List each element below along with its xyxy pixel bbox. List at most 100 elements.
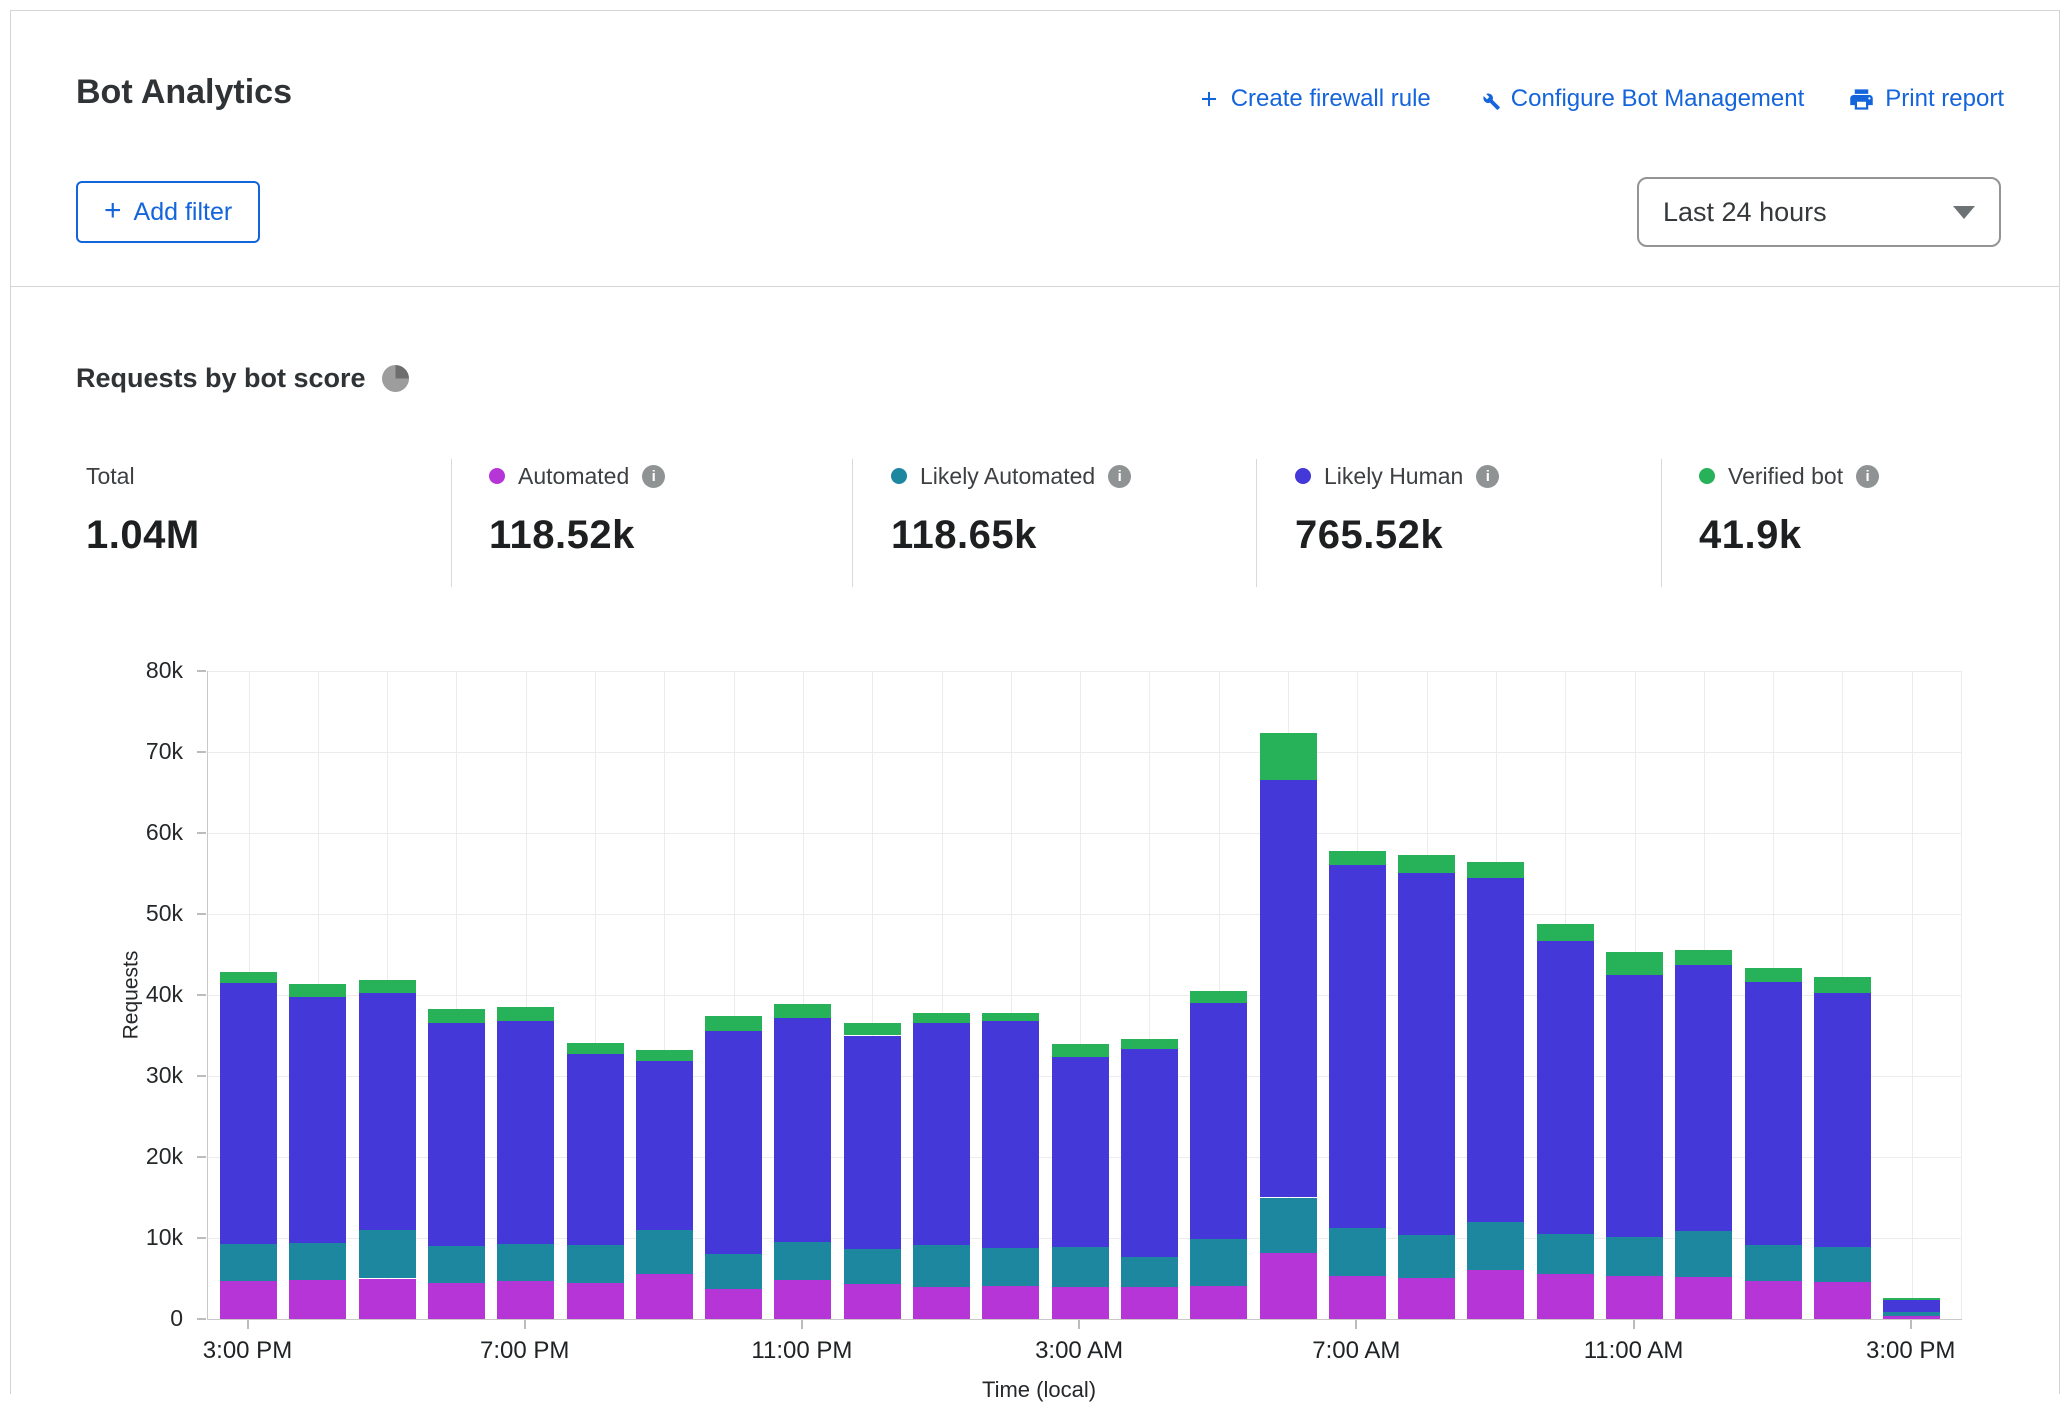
bar-segment-likely-automated[interactable] xyxy=(913,1245,970,1287)
bar-segment-likely-human[interactable] xyxy=(1190,1003,1247,1239)
bar-segment-likely-automated[interactable] xyxy=(844,1249,901,1285)
bar-segment-automated[interactable] xyxy=(497,1281,554,1319)
bar-segment-likely-automated[interactable] xyxy=(1190,1239,1247,1286)
bar-segment-likely-human[interactable] xyxy=(1329,865,1386,1228)
bar-segment-automated[interactable] xyxy=(1052,1287,1109,1319)
bar-segment-likely-human[interactable] xyxy=(844,1036,901,1249)
bar-segment-likely-human[interactable] xyxy=(497,1021,554,1244)
bar-segment-verified-bot[interactable] xyxy=(220,972,277,983)
bar-segment-likely-automated[interactable] xyxy=(1814,1247,1871,1282)
bar-segment-verified-bot[interactable] xyxy=(1052,1044,1109,1058)
bar-segment-likely-automated[interactable] xyxy=(1121,1257,1178,1287)
bar-segment-likely-human[interactable] xyxy=(1398,873,1455,1235)
bar-segment-likely-human[interactable] xyxy=(1537,941,1594,1234)
bar-segment-verified-bot[interactable] xyxy=(1329,851,1386,866)
bar-segment-likely-automated[interactable] xyxy=(567,1245,624,1283)
bar-segment-likely-automated[interactable] xyxy=(636,1230,693,1275)
bar-segment-likely-human[interactable] xyxy=(1675,965,1732,1231)
configure-bot-management-link[interactable]: Configure Bot Management xyxy=(1475,85,1805,113)
bar-segment-likely-human[interactable] xyxy=(220,983,277,1245)
bar-segment-automated[interactable] xyxy=(982,1286,1039,1319)
print-report-link[interactable]: Print report xyxy=(1848,85,2004,113)
bar-segment-likely-human[interactable] xyxy=(1052,1057,1109,1247)
bar-segment-likely-automated[interactable] xyxy=(1260,1198,1317,1253)
bar-segment-automated[interactable] xyxy=(1814,1282,1871,1319)
bar-segment-likely-automated[interactable] xyxy=(1675,1231,1732,1277)
bar-segment-likely-human[interactable] xyxy=(636,1061,693,1229)
bar-segment-likely-automated[interactable] xyxy=(289,1243,346,1280)
bar-segment-verified-bot[interactable] xyxy=(1260,733,1317,780)
bar-segment-automated[interactable] xyxy=(913,1287,970,1319)
bar-segment-likely-human[interactable] xyxy=(359,993,416,1230)
bar-segment-likely-human[interactable] xyxy=(982,1021,1039,1248)
bar-segment-verified-bot[interactable] xyxy=(982,1013,1039,1021)
bar-segment-likely-human[interactable] xyxy=(289,997,346,1243)
bar-segment-likely-human[interactable] xyxy=(1260,780,1317,1197)
bar-segment-automated[interactable] xyxy=(1883,1316,1940,1319)
info-icon[interactable]: i xyxy=(1476,465,1499,488)
bar-segment-likely-human[interactable] xyxy=(1883,1300,1940,1312)
bar-segment-likely-human[interactable] xyxy=(1121,1049,1178,1256)
bar-segment-automated[interactable] xyxy=(1606,1276,1663,1319)
bar-segment-automated[interactable] xyxy=(567,1283,624,1319)
bar-segment-automated[interactable] xyxy=(1190,1286,1247,1319)
bar-segment-likely-automated[interactable] xyxy=(1398,1235,1455,1278)
bar-segment-automated[interactable] xyxy=(220,1281,277,1319)
bar-segment-automated[interactable] xyxy=(1467,1270,1524,1319)
bar-segment-likely-automated[interactable] xyxy=(1883,1312,1940,1316)
bar-segment-verified-bot[interactable] xyxy=(774,1004,831,1018)
bar-segment-automated[interactable] xyxy=(1675,1277,1732,1319)
bar-segment-likely-human[interactable] xyxy=(774,1018,831,1242)
bar-segment-verified-bot[interactable] xyxy=(567,1043,624,1054)
bar-segment-automated[interactable] xyxy=(1121,1287,1178,1319)
bar-segment-automated[interactable] xyxy=(1537,1274,1594,1319)
bar-segment-likely-human[interactable] xyxy=(913,1023,970,1245)
bar-segment-automated[interactable] xyxy=(289,1280,346,1319)
bar-segment-likely-automated[interactable] xyxy=(1467,1222,1524,1270)
bar-segment-likely-automated[interactable] xyxy=(428,1246,485,1283)
info-icon[interactable]: i xyxy=(1856,465,1879,488)
bar-segment-verified-bot[interactable] xyxy=(497,1007,554,1021)
bar-segment-verified-bot[interactable] xyxy=(1121,1039,1178,1050)
bar-segment-verified-bot[interactable] xyxy=(705,1016,762,1031)
bar-segment-verified-bot[interactable] xyxy=(1190,991,1247,1003)
bar-segment-likely-automated[interactable] xyxy=(359,1230,416,1279)
bar-segment-verified-bot[interactable] xyxy=(428,1009,485,1024)
bar-segment-verified-bot[interactable] xyxy=(1398,855,1455,873)
bar-segment-verified-bot[interactable] xyxy=(1883,1298,1940,1300)
bar-segment-automated[interactable] xyxy=(844,1284,901,1319)
bar-segment-verified-bot[interactable] xyxy=(844,1023,901,1036)
bar-segment-likely-human[interactable] xyxy=(1745,982,1802,1245)
bar-segment-likely-human[interactable] xyxy=(1606,975,1663,1237)
bar-segment-verified-bot[interactable] xyxy=(1675,950,1732,965)
bar-segment-verified-bot[interactable] xyxy=(1467,862,1524,878)
bar-segment-verified-bot[interactable] xyxy=(289,984,346,996)
info-icon[interactable]: i xyxy=(642,465,665,488)
bar-segment-likely-automated[interactable] xyxy=(497,1244,554,1281)
bar-segment-likely-human[interactable] xyxy=(705,1031,762,1254)
info-icon[interactable]: i xyxy=(1108,465,1131,488)
bar-segment-automated[interactable] xyxy=(1745,1281,1802,1319)
bar-segment-likely-automated[interactable] xyxy=(1606,1237,1663,1276)
bar-segment-verified-bot[interactable] xyxy=(359,980,416,993)
bar-segment-likely-automated[interactable] xyxy=(1745,1245,1802,1281)
bar-segment-automated[interactable] xyxy=(359,1279,416,1320)
bar-segment-likely-human[interactable] xyxy=(567,1054,624,1245)
add-filter-button[interactable]: + Add filter xyxy=(76,181,260,243)
bar-segment-likely-automated[interactable] xyxy=(1537,1234,1594,1274)
time-range-select[interactable]: Last 24 hours xyxy=(1637,177,2001,247)
bar-segment-likely-automated[interactable] xyxy=(982,1248,1039,1286)
bar-segment-verified-bot[interactable] xyxy=(1537,924,1594,941)
bar-segment-automated[interactable] xyxy=(1329,1276,1386,1319)
bar-segment-automated[interactable] xyxy=(1260,1253,1317,1319)
bar-segment-verified-bot[interactable] xyxy=(1745,968,1802,982)
bar-segment-likely-automated[interactable] xyxy=(705,1254,762,1289)
bar-segment-verified-bot[interactable] xyxy=(636,1050,693,1061)
bar-segment-likely-human[interactable] xyxy=(1814,993,1871,1247)
bar-segment-likely-automated[interactable] xyxy=(220,1244,277,1280)
bar-segment-automated[interactable] xyxy=(636,1274,693,1319)
bar-segment-likely-human[interactable] xyxy=(428,1023,485,1246)
bar-segment-likely-automated[interactable] xyxy=(1329,1228,1386,1276)
create-firewall-rule-link[interactable]: Create firewall rule xyxy=(1197,85,1431,113)
bar-segment-automated[interactable] xyxy=(774,1280,831,1319)
